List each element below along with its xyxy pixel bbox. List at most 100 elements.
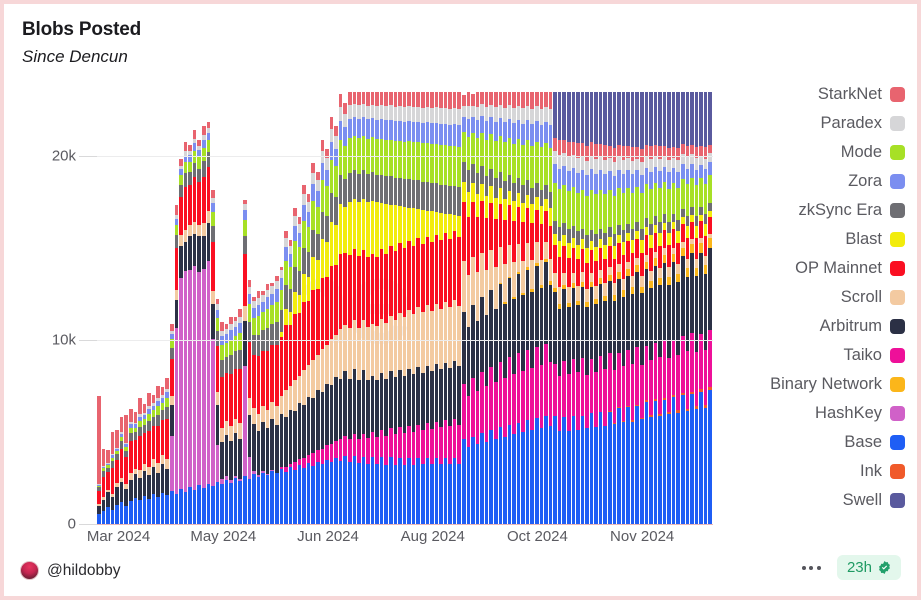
legend-item-taiko[interactable]: Taiko: [725, 341, 905, 370]
chart-footer-actions[interactable]: 23h: [800, 555, 901, 580]
bar-segment: [206, 483, 211, 524]
bar-segment: [681, 224, 685, 242]
bar-segment: [685, 238, 690, 260]
bar-segment: [384, 176, 388, 205]
bar-segment: [699, 334, 703, 389]
bar-segment: [457, 237, 461, 306]
bar-segment: [261, 405, 265, 423]
bar-segment: [671, 91, 676, 148]
legend-item-arbitrum[interactable]: Arbitrum: [725, 312, 905, 341]
bar-segment: [566, 286, 571, 303]
bar-segment: [644, 92, 649, 145]
bar-segment: [170, 435, 174, 491]
bar-segment: [393, 434, 398, 465]
bar-segment: [621, 230, 626, 242]
legend-item-hashkey[interactable]: HashKey: [725, 399, 905, 428]
legend-item-swell[interactable]: Swell: [725, 486, 905, 515]
bar-segment: [389, 139, 393, 177]
bar-segment: [430, 371, 434, 429]
bar-segment: [379, 92, 384, 106]
bar-segment: [626, 233, 630, 242]
bar-segment: [338, 253, 343, 330]
bar-segment: [416, 106, 420, 122]
bar-segment: [352, 92, 357, 104]
bar-segment: [462, 95, 466, 107]
bar-segment: [708, 153, 712, 163]
bar-segment: [516, 206, 521, 244]
bar-segment: [402, 121, 407, 142]
bar-segment: [676, 281, 680, 356]
bar-segment: [361, 249, 366, 321]
bar-segment: [471, 132, 475, 165]
legend-swatch-icon: [890, 203, 905, 218]
bar-segment: [448, 238, 452, 308]
bar-segment: [343, 436, 347, 456]
bar-segment: [589, 230, 594, 241]
bar-segment: [498, 91, 503, 105]
bar-segment: [621, 160, 626, 174]
bar-segment: [676, 171, 680, 189]
bar-segment: [325, 459, 329, 524]
bar-segment: [676, 273, 680, 282]
legend-item-paradex[interactable]: Paradex: [725, 109, 905, 138]
legend-item-op-mainnet[interactable]: OP Mainnet: [725, 254, 905, 283]
bar-segment: [475, 390, 480, 445]
bar-segment: [425, 181, 430, 211]
more-options-icon[interactable]: [800, 560, 823, 576]
bar-segment: [261, 312, 265, 331]
bar-segment: [443, 144, 448, 185]
bar-segment: [512, 92, 516, 108]
bar-segment: [393, 377, 398, 435]
bar-segment: [128, 501, 133, 524]
chart-legend[interactable]: StarkNet Paradex Mode Zora zkSync Era Blast OP…: [725, 80, 905, 520]
bar-segment: [580, 143, 585, 157]
bar-segment: [603, 194, 607, 234]
bar-segment: [493, 219, 498, 268]
legend-item-binary-network[interactable]: Binary Network: [725, 370, 905, 399]
bar-segment: [516, 192, 521, 207]
bar-segment: [261, 472, 265, 524]
bar-segment: [252, 308, 256, 319]
bar-segment: [630, 161, 635, 175]
legend-item-scroll[interactable]: Scroll: [725, 283, 905, 312]
legend-item-zksync-era[interactable]: zkSync Era: [725, 196, 905, 225]
bar-segment: [690, 206, 694, 215]
legend-item-mode[interactable]: Mode: [725, 138, 905, 167]
bar-segment: [630, 363, 635, 421]
bar-segment: [544, 92, 548, 107]
bar-segment: [544, 343, 548, 417]
bar-segment: [457, 463, 461, 524]
bar-segment: [443, 301, 448, 363]
bar-segment: [457, 305, 461, 367]
bar-segment: [425, 107, 430, 123]
bar-segment: [430, 108, 434, 124]
bar-segment: [434, 457, 439, 524]
chart-plot-area[interactable]: ne: [79, 91, 713, 525]
author-credit[interactable]: @hildobby: [20, 561, 120, 580]
freshness-badge[interactable]: 23h: [836, 555, 901, 580]
bar-segment: [644, 261, 649, 270]
bar-segment: [192, 490, 197, 524]
bar-segment: [398, 105, 402, 121]
legend-item-base[interactable]: Base: [725, 428, 905, 457]
bar-segment: [284, 230, 288, 239]
bar-segment: [630, 421, 635, 524]
bar-segment: [361, 369, 366, 434]
bar-segment: [525, 92, 530, 107]
bar-segment: [284, 308, 288, 326]
verified-badge-icon: [877, 560, 892, 575]
legend-item-zora[interactable]: Zora: [725, 167, 905, 196]
author-handle[interactable]: @hildobby: [47, 562, 120, 580]
legend-item-ink[interactable]: Ink: [725, 457, 905, 486]
bar-segment: [512, 220, 516, 262]
bar-segment: [384, 435, 388, 465]
bar-segment: [539, 146, 544, 190]
bar-segment: [489, 134, 493, 170]
legend-item-blast[interactable]: Blast: [725, 225, 905, 254]
bar-segment: [347, 438, 352, 462]
bar-segment: [608, 411, 612, 524]
bar-segment: [411, 107, 416, 123]
bar-segment: [626, 261, 630, 270]
legend-item-starknet[interactable]: StarkNet: [725, 80, 905, 109]
bar-segment: [521, 370, 525, 433]
